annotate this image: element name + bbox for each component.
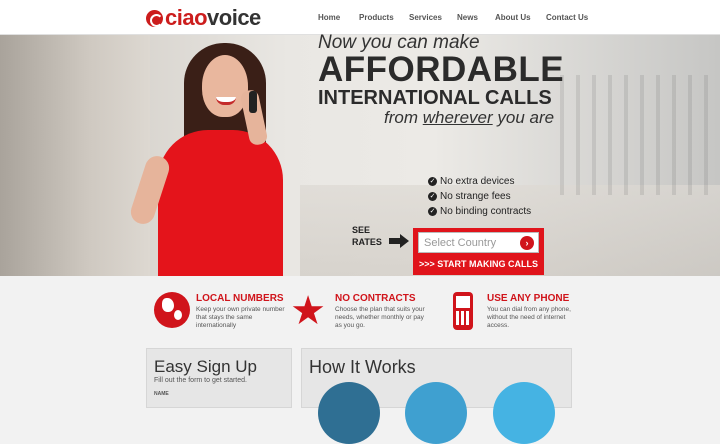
phone-icon	[453, 292, 473, 330]
signup-panel: Easy Sign Up Fill out the form to get st…	[146, 348, 292, 408]
logo-text-ciao: ciao	[165, 5, 208, 30]
chevron-right-icon[interactable]: ›	[520, 236, 534, 250]
nav-services[interactable]: Services	[409, 13, 442, 22]
signup-subtitle: Fill out the form to get started.	[154, 377, 247, 384]
list-item: ✓ No strange fees	[428, 191, 511, 202]
nav-contact-us[interactable]: Contact Us	[546, 13, 588, 22]
hero-line-3: INTERNATIONAL CALLS	[318, 87, 552, 109]
hero-feature-list: ✓ No extra devices ✓ No strange fees ✓ No b…	[428, 174, 531, 219]
hero-line-4: from wherever you are	[384, 108, 555, 127]
hero-line-2: AFFORDABLE	[318, 50, 565, 89]
nav-products[interactable]: Products	[359, 13, 394, 22]
logo-text-voice: voice	[207, 5, 261, 30]
logo[interactable]: ciaovoice	[146, 7, 261, 29]
star-icon: ★	[290, 289, 326, 333]
hero-background-column	[0, 35, 150, 276]
how-step-3-icon	[493, 382, 555, 444]
list-item: ✓ No binding contracts	[428, 206, 532, 217]
logo-icon	[146, 9, 163, 27]
checkmark-icon: ✓	[428, 192, 437, 201]
how-step-2-icon	[405, 382, 467, 444]
checkmark-icon: ✓	[428, 177, 437, 186]
signup-title: Easy Sign Up	[154, 357, 257, 376]
mobile-phone-icon	[249, 91, 257, 113]
how-step-1-icon	[318, 382, 380, 444]
country-select[interactable]: Select Country ›	[418, 232, 539, 253]
start-making-calls-button[interactable]: >>> START MAKING CALLS	[418, 259, 539, 269]
see-rates-label: SEE RATES	[352, 225, 382, 247]
nav-home[interactable]: Home	[318, 13, 340, 22]
how-it-works-title: How It Works	[309, 357, 416, 377]
hero-background-railing	[560, 75, 720, 195]
nav-news[interactable]: News	[457, 13, 478, 22]
list-item: ✓ No extra devices	[428, 176, 515, 187]
hero-emphasis: wherever	[422, 108, 493, 127]
name-field-label: NAME	[154, 391, 169, 397]
site-header: ciaovoice Home Products Services News Ab…	[0, 0, 720, 35]
nav-about-us[interactable]: About Us	[495, 13, 531, 22]
checkmark-icon: ✓	[428, 207, 437, 216]
globe-icon	[154, 292, 190, 328]
hero-woman-image	[127, 35, 310, 276]
